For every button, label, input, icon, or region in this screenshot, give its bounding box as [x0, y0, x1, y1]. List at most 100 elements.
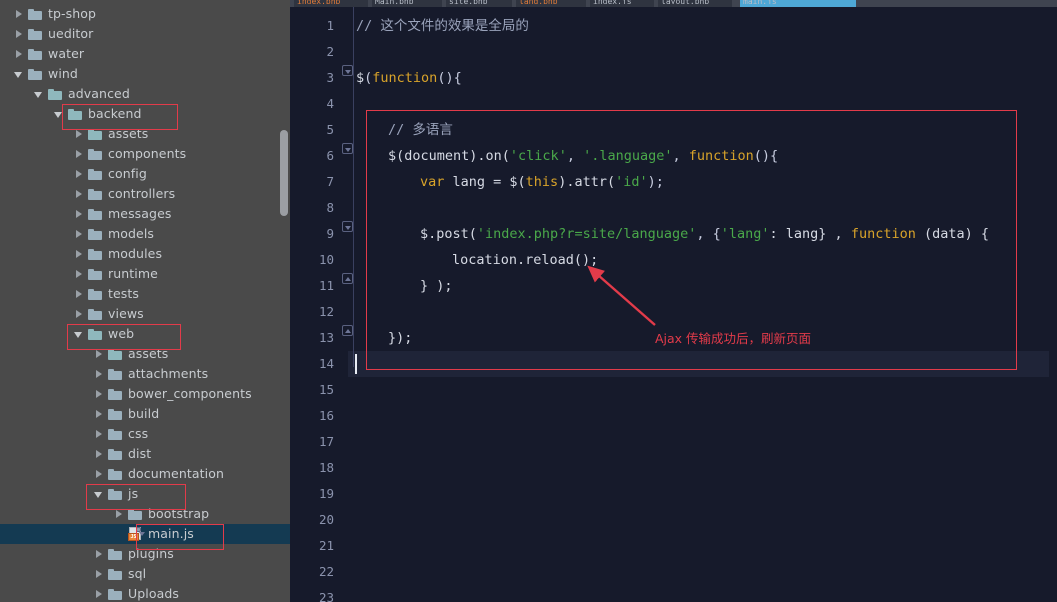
folder-item-water[interactable]: water: [0, 44, 290, 64]
tree-item-label: runtime: [108, 266, 158, 281]
folder-item-backend[interactable]: backend: [0, 104, 290, 124]
sidebar-scrollbar[interactable]: [280, 130, 288, 216]
chevron-right-icon[interactable]: [74, 129, 85, 140]
chevron-right-icon[interactable]: [74, 309, 85, 320]
tree-item-label: attachments: [128, 366, 209, 381]
folder-item-tp-shop[interactable]: tp-shop: [0, 4, 290, 24]
tree-item-label: advanced: [68, 86, 130, 101]
chevron-right-icon[interactable]: [74, 229, 85, 240]
tree-item-label: modules: [108, 246, 163, 261]
chevron-right-icon[interactable]: [94, 409, 105, 420]
folder-item-config[interactable]: config: [0, 164, 290, 184]
chevron-right-icon[interactable]: [114, 509, 125, 520]
chevron-down-icon[interactable]: [54, 109, 65, 120]
folder-item-bower_components[interactable]: bower_components: [0, 384, 290, 404]
folder-item-plugins[interactable]: plugins: [0, 544, 290, 564]
folder-icon: [108, 348, 122, 360]
folder-item-modules[interactable]: modules: [0, 244, 290, 264]
tree-item-label: tp-shop: [48, 6, 97, 21]
folder-icon: [68, 108, 82, 120]
folder-icon: [88, 208, 102, 220]
tree-item-label: backend: [88, 106, 142, 121]
folder-item-runtime[interactable]: runtime: [0, 264, 290, 284]
tree-item-label: assets: [108, 126, 149, 141]
folder-icon: [88, 148, 102, 160]
tree-item-label: Uploads: [128, 586, 180, 601]
chevron-down-icon[interactable]: [74, 329, 85, 340]
folder-item-documentation[interactable]: documentation: [0, 464, 290, 484]
tree-item-label: bootstrap: [148, 506, 210, 521]
file-item-main-js[interactable]: JS main.js: [0, 524, 290, 544]
chevron-right-icon[interactable]: [94, 569, 105, 580]
folder-item-tests[interactable]: tests: [0, 284, 290, 304]
folder-icon: [48, 88, 62, 100]
chevron-right-icon[interactable]: [74, 269, 85, 280]
tree-item-label: config: [108, 166, 147, 181]
chevron-right-icon[interactable]: [74, 149, 85, 160]
chevron-right-icon[interactable]: [94, 389, 105, 400]
tree-item-label: controllers: [108, 186, 176, 201]
file-tree[interactable]: tp-shop ueditor water wind advanced backend as…: [0, 0, 290, 601]
tree-item-label: sql: [128, 566, 147, 581]
folder-item-css[interactable]: css: [0, 424, 290, 444]
folder-icon: [28, 48, 42, 60]
folder-item-js[interactable]: js: [0, 484, 290, 504]
tree-item-label: web: [108, 326, 135, 341]
folder-item-messages[interactable]: messages: [0, 204, 290, 224]
tree-item-label: plugins: [128, 546, 174, 561]
tree-item-label: water: [48, 46, 85, 61]
folder-item-build[interactable]: build: [0, 404, 290, 424]
code-editor[interactable]: index.phpMain.phpsite.phplang.phpindex.j…: [290, 0, 1057, 602]
folder-item-sql[interactable]: sql: [0, 564, 290, 584]
tree-item-label: ueditor: [48, 26, 94, 41]
annotation-arrow: [587, 265, 656, 326]
folder-item-attachments[interactable]: attachments: [0, 364, 290, 384]
folder-item-Uploads[interactable]: Uploads: [0, 584, 290, 602]
chevron-right-icon[interactable]: [74, 249, 85, 260]
folder-item-views[interactable]: views: [0, 304, 290, 324]
chevron-right-icon[interactable]: [74, 209, 85, 220]
chevron-right-icon[interactable]: [94, 449, 105, 460]
folder-icon: [108, 448, 122, 460]
folder-item-web[interactable]: web: [0, 324, 290, 344]
folder-item-dist[interactable]: dist: [0, 444, 290, 464]
chevron-right-icon[interactable]: [74, 169, 85, 180]
chevron-right-icon[interactable]: [94, 469, 105, 480]
chevron-right-icon[interactable]: [14, 29, 25, 40]
folder-icon: [108, 588, 122, 600]
file-tree-sidebar[interactable]: tp-shop ueditor water wind advanced backend as…: [0, 0, 290, 602]
folder-item-advanced[interactable]: advanced: [0, 84, 290, 104]
chevron-right-icon[interactable]: [74, 189, 85, 200]
tree-item-label: build: [128, 406, 160, 421]
folder-item-models[interactable]: models: [0, 224, 290, 244]
chevron-right-icon[interactable]: [14, 49, 25, 60]
folder-icon: [88, 248, 102, 260]
chevron-right-icon[interactable]: [94, 429, 105, 440]
folder-item-bootstrap[interactable]: bootstrap: [0, 504, 290, 524]
folder-item-assets[interactable]: assets: [0, 344, 290, 364]
folder-icon: [88, 268, 102, 280]
tree-item-label: tests: [108, 286, 140, 301]
folder-icon: [88, 128, 102, 140]
chevron-right-icon[interactable]: [94, 549, 105, 560]
folder-icon: [88, 308, 102, 320]
folder-item-ueditor[interactable]: ueditor: [0, 24, 290, 44]
folder-icon: [88, 288, 102, 300]
tree-item-label: wind: [48, 66, 78, 81]
chevron-right-icon[interactable]: [14, 9, 25, 20]
chevron-right-icon[interactable]: [74, 289, 85, 300]
folder-item-controllers[interactable]: controllers: [0, 184, 290, 204]
chevron-down-icon[interactable]: [14, 69, 25, 80]
chevron-right-icon[interactable]: [94, 369, 105, 380]
chevron-down-icon[interactable]: [94, 489, 105, 500]
tree-item-label: js: [128, 486, 139, 501]
chevron-down-icon[interactable]: [34, 89, 45, 100]
folder-item-wind[interactable]: wind: [0, 64, 290, 84]
tree-item-label: css: [128, 426, 149, 441]
chevron-right-icon[interactable]: [94, 589, 105, 600]
folder-item-assets[interactable]: assets: [0, 124, 290, 144]
chevron-right-icon[interactable]: [94, 349, 105, 360]
folder-icon: [108, 368, 122, 380]
folder-item-components[interactable]: components: [0, 144, 290, 164]
editor-right-margin: [1049, 7, 1057, 602]
